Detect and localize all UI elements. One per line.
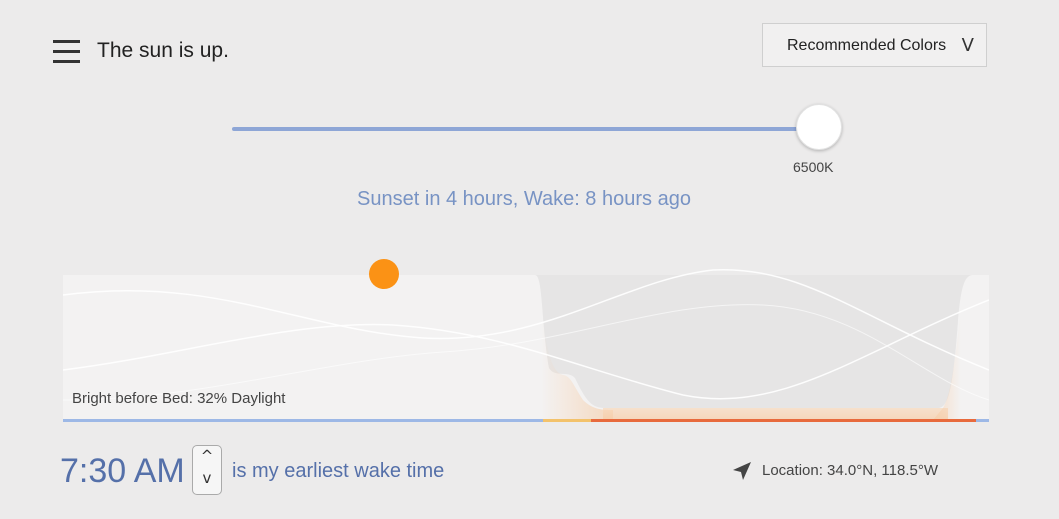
location-text: Location: 34.0°N, 118.5°W <box>762 462 938 479</box>
timeline-transition <box>543 419 591 422</box>
color-temperature-track[interactable] <box>232 127 822 131</box>
bright-before-bed-label: Bright before Bed: 32% Daylight <box>72 390 286 407</box>
color-mode-selected: Recommended Colors <box>787 37 947 54</box>
color-temperature-value: 6500K <box>793 159 834 175</box>
chevron-down-icon: V <box>961 35 974 56</box>
timeline-morning <box>976 419 989 422</box>
wake-time-stepper[interactable]: ^ v <box>192 445 222 495</box>
timeline-night <box>591 419 976 422</box>
location-arrow-icon <box>733 462 751 480</box>
increment-button[interactable]: ^ <box>193 447 221 471</box>
sunset-wake-info: Sunset in 4 hours, Wake: 8 hours ago <box>357 188 691 210</box>
timeline-day <box>63 419 543 422</box>
night-glow <box>603 408 948 420</box>
hamburger-menu-icon[interactable] <box>53 38 81 66</box>
color-temperature-handle[interactable] <box>796 104 842 150</box>
night-area <box>535 275 973 408</box>
sun-status-text: The sun is up. <box>97 39 229 62</box>
decrement-button[interactable]: v <box>193 469 221 493</box>
app-window: The sun is up. Recommended Colors V 6500… <box>0 0 1059 519</box>
wake-time-value[interactable]: 7:30 AM <box>60 452 185 491</box>
color-mode-dropdown[interactable]: Recommended Colors V <box>762 23 987 67</box>
sun-position-marker <box>369 259 399 289</box>
wake-time-caption: is my earliest wake time <box>232 460 445 482</box>
